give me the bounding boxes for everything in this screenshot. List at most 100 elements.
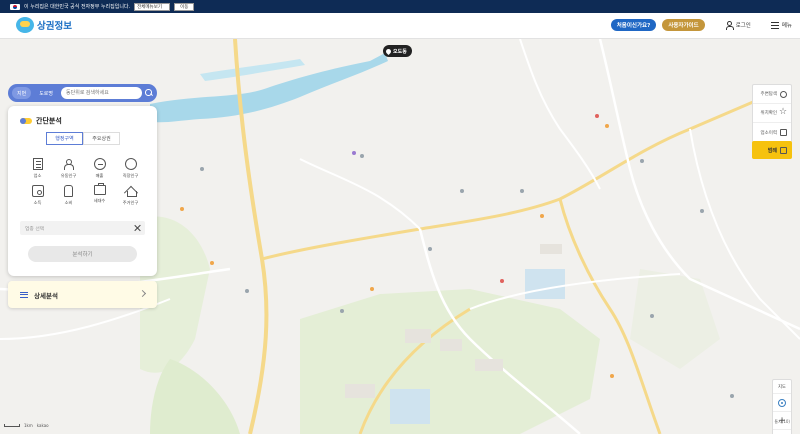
hamburger-menu-icon [770,21,779,29]
locate-button[interactable] [773,394,791,412]
analysis-toggle-icon [20,118,32,124]
building-block [475,359,503,371]
map-poi[interactable] [360,154,364,158]
seg-road[interactable]: 도로명 [34,87,58,99]
map-poi[interactable] [245,289,249,293]
metric-sales[interactable]: 매출 [84,158,115,179]
metric-residents[interactable]: 주거인구 [115,185,146,206]
map-poi[interactable] [500,279,504,283]
map-poi[interactable] [370,287,374,291]
metric-label: 직장인구 [122,173,139,178]
legend-icon [780,146,787,154]
detail-analysis-button[interactable]: 상세분석 [8,281,157,308]
metric-label: 업소 [33,173,42,178]
building-block [405,329,431,343]
map-poi[interactable] [352,151,356,155]
metric-workers[interactable]: 직장인구 [115,158,146,179]
map-poi[interactable] [180,207,184,211]
map-poi[interactable] [540,214,544,218]
place-marker[interactable]: 오도동 [383,45,412,57]
metric-income[interactable]: 소득 [22,185,53,206]
logo-text: 상권정보 [37,21,72,32]
zoom-level-text: 통지(10) [774,419,790,424]
gov-notice-bar: 이 누리집은 대한민국 공식 전자정부 누리집입니다. 전체메뉴보기 이동 [0,0,800,13]
metric-label: 매출 [95,173,104,178]
map-poi[interactable] [520,189,524,193]
legend-button[interactable]: 범례 [752,141,792,159]
map-poi[interactable] [730,394,734,398]
user-icon [725,21,734,30]
tool-label: 주변탐색 [760,92,777,97]
site-logo[interactable]: 상권정보 [16,17,72,33]
metric-stores[interactable]: 업소 [22,158,53,179]
location-pin-icon [384,47,393,55]
map-poi[interactable] [210,261,214,265]
gov-menu-select[interactable]: 전체메뉴보기 [134,2,171,11]
industry-select[interactable]: 업종 선택 [20,221,145,235]
map-poi[interactable] [460,189,464,193]
search-icon[interactable] [145,89,153,97]
metric-consumption[interactable]: 소비 [53,185,84,206]
login-link[interactable]: 로그인 [725,21,751,30]
scale-line [4,424,20,427]
industry-select-placeholder: 업종 선택 [25,226,45,232]
metric-households[interactable]: 세대수 [84,183,115,206]
tab-admin-area[interactable]: 행정구역 [46,132,83,145]
metric-label: 세대수 [93,198,106,203]
search-bar: 지번 도로명 [8,84,157,102]
seg-jibun[interactable]: 지번 [12,87,32,99]
header-actions: 처음이신가요? 사용자가이드 로그인 메뉴 [610,19,792,31]
river [150,53,388,123]
list-icon [20,291,28,298]
tool-nearby[interactable]: 주변탐색 [753,85,791,104]
logo-badge-icon [16,17,34,33]
tool-check-location[interactable]: 위치확인 [753,104,791,123]
tool-store-history[interactable]: 업소이력 [753,123,791,142]
tool-label: 위치확인 [760,111,777,116]
map-poi[interactable] [610,374,614,378]
user-guide-button[interactable]: 사용자가이드 [662,19,705,31]
map-poi[interactable] [428,247,432,251]
metric-foot-traffic[interactable]: 유동인구 [53,158,84,179]
metric-label: 소득 [33,200,42,205]
scale-text: 1km [24,423,33,428]
map-poi[interactable] [640,159,644,163]
business-icon [93,183,106,195]
group-icon [124,158,137,170]
tab-major-district[interactable]: 주요상권 [83,132,120,145]
locate-icon [778,398,786,407]
first-visit-button[interactable]: 처음이신가요? [610,19,657,31]
map-poi[interactable] [200,167,204,171]
hand-icon [64,185,73,197]
person-icon [63,158,75,170]
coin-icon [93,158,106,170]
zoom-control: 지도 + − [772,379,792,434]
metric-label: 소비 [64,200,73,205]
analyze-button[interactable]: 분석하기 [28,246,137,262]
korea-flag-icon [10,3,20,10]
map-poi[interactable] [595,114,599,118]
map-poi[interactable] [650,314,654,318]
map-canvas[interactable]: 오도동 지번 도로명 간단분석 행정구역 주요상권 업소 [0,39,800,434]
map-type-button[interactable]: 지도 [773,380,791,394]
gov-go-button[interactable]: 이동 [174,2,195,11]
chevron-right-icon [138,289,147,298]
map-poi[interactable] [340,309,344,313]
menu-button[interactable]: 메뉴 [770,21,792,29]
close-icon[interactable] [133,224,141,232]
metric-icon-grid: 업소 유동인구 매출 직장인구 소득 소비 세대수 주거인구 [22,158,146,206]
zoom-out-button[interactable]: − [773,430,791,434]
river [200,59,305,81]
building-block [440,339,462,351]
map-poi[interactable] [700,209,704,213]
building-block [540,244,562,254]
star-icon [779,107,787,117]
site-header: 상권정보 처음이신가요? 사용자가이드 로그인 메뉴 [0,13,800,39]
map-poi[interactable] [605,124,609,128]
login-label: 로그인 [735,23,751,29]
panel-title-text: 간단분석 [36,117,62,125]
search-input[interactable] [61,87,142,99]
place-marker-label: 오도동 [393,48,407,55]
road [519,39,601,190]
park-area [630,269,720,369]
